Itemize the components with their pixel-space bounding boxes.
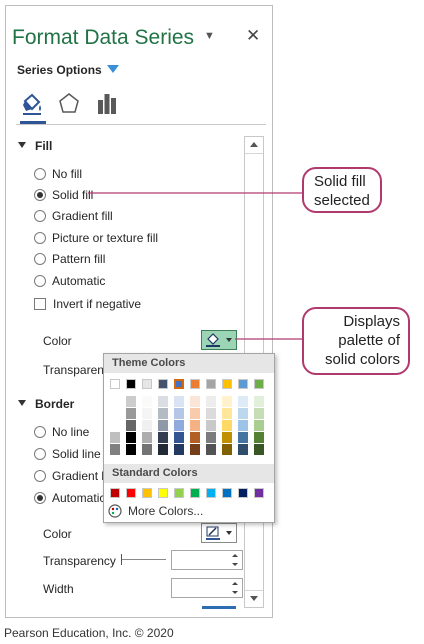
callout-text: Displays palette of solid colors bbox=[324, 313, 400, 368]
copyright-text: Pearson Education, Inc. © 2020 bbox=[4, 626, 174, 640]
solid-fill-callout: Solid fill selected bbox=[302, 167, 382, 213]
callout-text: Solid fill selected bbox=[314, 173, 370, 209]
palette-callout: Displays palette of solid colors bbox=[302, 307, 410, 375]
